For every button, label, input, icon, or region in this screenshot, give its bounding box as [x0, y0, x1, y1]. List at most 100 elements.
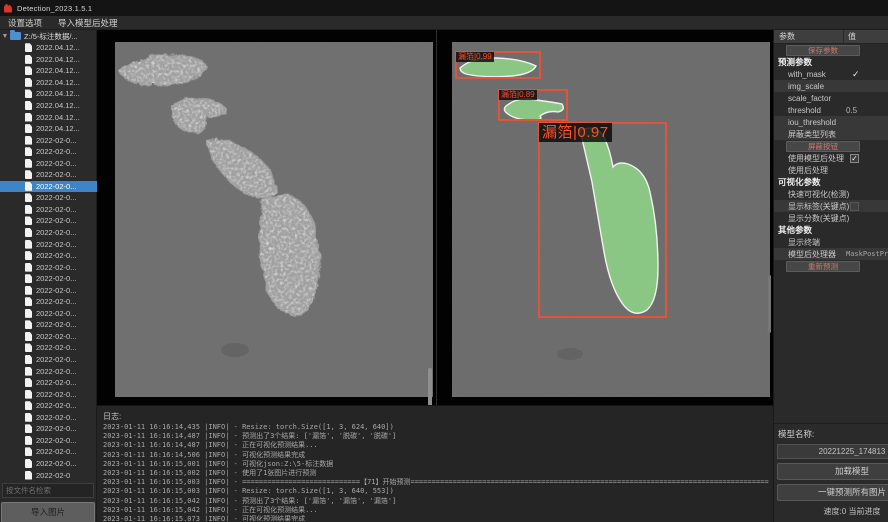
param-row[interactable]: 屏蔽类型列表 [774, 128, 888, 140]
tree-item[interactable]: 2022-02-0... [0, 308, 97, 320]
log-line: 2023-01-11 16:16:15,003 |INFO| - Resize:… [103, 487, 769, 496]
tree-item[interactable]: 2022-02-0... [0, 192, 97, 204]
tree-item[interactable]: 2022-02-0... [0, 458, 97, 470]
param-row[interactable]: img_scale [774, 80, 888, 92]
param-row[interactable]: 模型后处理器MaskPostPro [774, 248, 888, 260]
file-icon [25, 89, 32, 98]
tree-item[interactable]: 2022-02-0... [0, 261, 97, 273]
checkbox-checked-icon[interactable]: ✓ [850, 154, 859, 163]
viewer-divider [436, 30, 437, 405]
tree-item[interactable]: 2022-02-0... [0, 134, 97, 146]
tree-item[interactable]: 2022-02-0... [0, 157, 97, 169]
param-button[interactable]: 保存参数 [786, 45, 860, 56]
tree-item[interactable]: 2022.04.12... [0, 123, 97, 135]
tree-item-label: 2022-02-0... [36, 286, 76, 295]
param-row[interactable]: 显示分数(关键点) [774, 212, 888, 224]
tree-item[interactable]: 2022-02-0... [0, 319, 97, 331]
param-label: 显示分数(关键点) [774, 213, 849, 224]
param-label: 使用后处理 [774, 165, 828, 176]
file-icon [25, 390, 32, 399]
file-icon [25, 55, 32, 64]
param-button[interactable]: 重新预测 [786, 261, 860, 272]
menu-item[interactable]: 设置选项 [0, 16, 50, 30]
tree-item[interactable]: 2022-02-0... [0, 181, 97, 193]
tree-item[interactable]: 2022.04.12... [0, 65, 97, 77]
log-panel: 日志: 2023-01-11 16:16:14,435 |INFO| - Res… [97, 405, 773, 522]
param-row[interactable]: 显示终端 [774, 236, 888, 248]
tree-item-label: 2022-02-0... [36, 147, 76, 156]
tree-item[interactable]: 2022-02-0... [0, 446, 97, 458]
param-row[interactable]: 使用模型后处理✓ [774, 152, 888, 164]
tree-item[interactable]: 2022-02-0... [0, 388, 97, 400]
tree-item[interactable]: 2022-02-0... [0, 365, 97, 377]
tree-item[interactable]: 2022.04.12... [0, 42, 97, 54]
param-row[interactable]: threshold0.5 [774, 104, 888, 116]
tree-item-label: 2022-02-0... [36, 401, 76, 410]
param-value: 0.5 [846, 106, 857, 115]
detection-label: 漏箔|0.99 [456, 52, 494, 62]
tree-item[interactable]: 2022-02-0... [0, 273, 97, 285]
tree-item-label: 2022-02-0... [36, 205, 76, 214]
tree-item[interactable]: 2022-02-0... [0, 169, 97, 181]
param-value: MaskPostPro [846, 250, 888, 258]
search-input[interactable] [2, 483, 94, 498]
param-row[interactable]: with_mask✓ [774, 68, 888, 80]
param-row[interactable]: 重新预测 [774, 260, 888, 272]
tree-item[interactable]: 2022.04.12... [0, 100, 97, 112]
log-line: 2023-01-11 16:16:15,002 |INFO| - 使用了1张图片… [103, 469, 769, 478]
tree-item[interactable]: 2022-02-0... [0, 296, 97, 308]
file-icon [25, 43, 32, 52]
menu-item[interactable]: 导入模型后处理 [50, 16, 126, 30]
tree-item[interactable]: 2022.04.12... [0, 54, 97, 66]
model-name-field[interactable]: 20221225_174813 [777, 444, 888, 459]
param-row[interactable]: 显示标签(关键点) [774, 200, 888, 212]
tree-item[interactable]: 2022-02-0 [0, 469, 97, 481]
tree-item[interactable]: 2022-02-0... [0, 423, 97, 435]
tree-item-label: 2022-02-0... [36, 343, 76, 352]
tree-item[interactable]: 2022-02-0... [0, 215, 97, 227]
tree-item[interactable]: 2022.04.12... [0, 111, 97, 123]
param-header-name: 参数 [774, 30, 844, 44]
tree-item[interactable]: 2022-02-0... [0, 146, 97, 158]
tree-item-label: 2022-02-0... [36, 274, 76, 283]
param-row[interactable]: 使用后处理 [774, 164, 888, 176]
tree-item[interactable]: 2022.04.12... [0, 88, 97, 100]
detection-box [538, 122, 667, 318]
tree-item[interactable]: 2022-02-0... [0, 238, 97, 250]
tree-item[interactable]: 2022-02-0... [0, 342, 97, 354]
original-image-panel[interactable] [115, 42, 433, 397]
file-icon [25, 424, 32, 433]
param-row[interactable]: scale_factor [774, 92, 888, 104]
param-row[interactable]: 快速可视化(检测) [774, 188, 888, 200]
tree-item[interactable]: 2022-02-0... [0, 331, 97, 343]
tree-item[interactable]: 2022-02-0... [0, 204, 97, 216]
tree-item[interactable]: 2022-02-0... [0, 227, 97, 239]
tree-item[interactable]: 2022-02-0... [0, 377, 97, 389]
param-button[interactable]: 屏蔽按钮 [786, 141, 860, 152]
tree-item-label: 2022-02-0... [36, 378, 76, 387]
tree-item[interactable]: 2022.04.12... [0, 77, 97, 89]
param-row[interactable]: iou_threshold [774, 116, 888, 128]
tree-item[interactable]: 2022-02-0... [0, 435, 97, 447]
import-images-button[interactable]: 导入图片 [1, 502, 95, 522]
chevron-down-icon[interactable]: ▼ [0, 33, 10, 40]
tree-item[interactable]: 2022-02-0... [0, 354, 97, 366]
load-model-button[interactable]: 加载模型 [777, 463, 888, 480]
param-section-header: 其他参数 [774, 224, 888, 236]
log-line: 2023-01-11 16:16:15,042 |INFO| - 正在可视化预测… [103, 506, 769, 515]
tree-item[interactable]: 2022-02-0... [0, 250, 97, 262]
right-image-scrollbar[interactable] [768, 275, 771, 333]
file-icon [25, 170, 32, 179]
image-viewer: 漏箔|0.99漏箔|0.89漏箔|0.97 [97, 30, 773, 405]
predict-all-button[interactable]: 一键预测所有图片 [777, 484, 888, 501]
log-lines[interactable]: 2023-01-11 16:16:14,435 |INFO| - Resize:… [103, 423, 769, 521]
param-row[interactable]: 屏蔽按钮 [774, 140, 888, 152]
tree-item[interactable]: 2022-02-0... [0, 284, 97, 296]
tree-root-row[interactable]: ▼ Z:/5-标注数据/... [0, 30, 97, 42]
prediction-image-panel[interactable]: 漏箔|0.99漏箔|0.89漏箔|0.97 [452, 42, 770, 397]
param-label: 显示标签(关键点) [774, 201, 849, 212]
tree-item[interactable]: 2022-02-0... [0, 400, 97, 412]
tree-item[interactable]: 2022-02-0... [0, 412, 97, 424]
param-row[interactable]: 保存参数 [774, 44, 888, 56]
checkbox-empty-icon[interactable] [850, 202, 859, 211]
